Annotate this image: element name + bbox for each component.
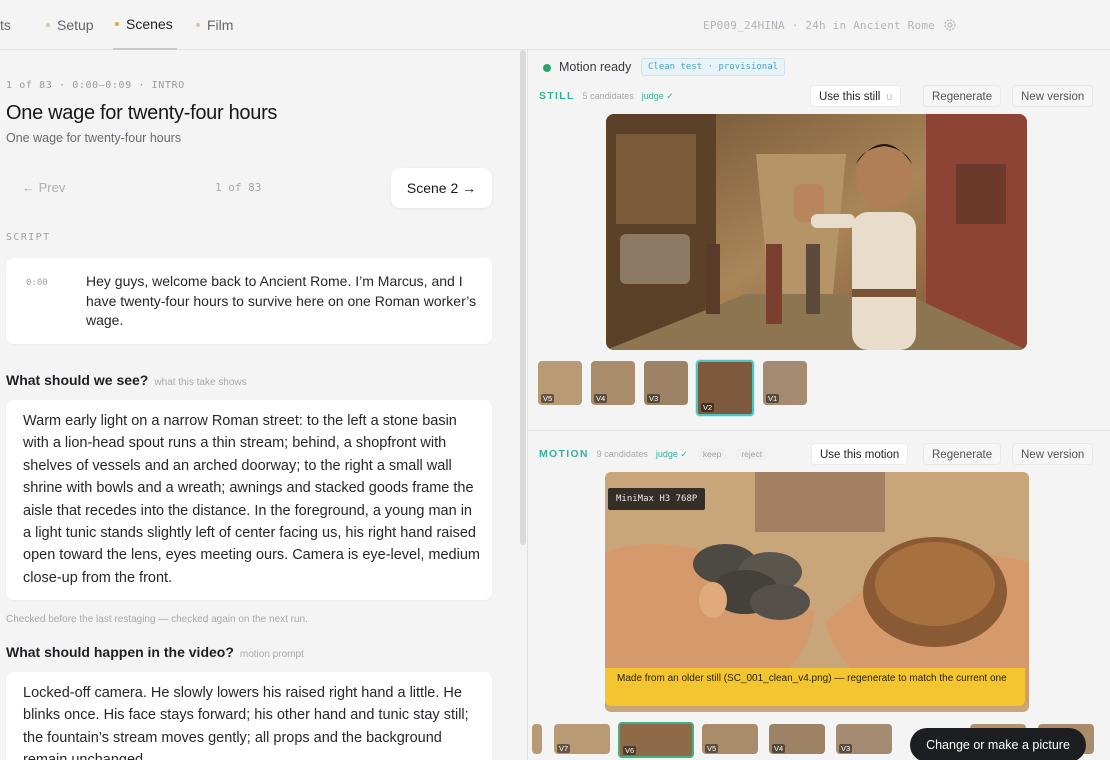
- motion-thumb-v7[interactable]: V7: [554, 724, 610, 754]
- motion-prompt-text[interactable]: Locked-off camera. He slowly lowers his …: [23, 682, 483, 760]
- dot-icon: [196, 23, 200, 27]
- thumb-label: V3: [839, 744, 853, 753]
- script-card[interactable]: 0:00 Hey guys, welcome back to Ancient R…: [6, 258, 492, 344]
- motion-thumb-v8[interactable]: [532, 724, 542, 754]
- tab-label: Scenes: [126, 16, 173, 32]
- motion-judge: judge ✓: [655, 448, 688, 459]
- motion-header: MOTION 9 candidates judge ✓ keep reject: [539, 448, 768, 460]
- new-motion-version-button[interactable]: New version: [1012, 443, 1094, 465]
- still-thumb-v3[interactable]: V3: [644, 361, 688, 405]
- new-still-version-button[interactable]: New version: [1012, 85, 1094, 107]
- tab-assets[interactable]: ts: [0, 0, 11, 50]
- page-title: One wage for twenty-four hours: [6, 102, 278, 124]
- thumb-label: V3: [647, 394, 661, 403]
- gear-icon[interactable]: [942, 17, 958, 33]
- motion-count: 9 candidates: [596, 449, 648, 459]
- regenerate-still-button[interactable]: Regenerate: [923, 85, 1002, 107]
- motion-ready-status: Motion ready: [559, 60, 632, 74]
- still-thumb-v2[interactable]: V2: [696, 360, 754, 416]
- happen-heading: What should happen in the video? motion p…: [6, 644, 304, 660]
- dot-icon: [115, 22, 119, 26]
- still-label: STILL: [539, 90, 575, 102]
- top-bar: ts Setup Scenes Film EP009_24HINA · 24h …: [0, 0, 1110, 50]
- scene-editor: 1 of 83 · 0:00–0:09 · INTRO One wage for…: [0, 50, 522, 760]
- still-count: 5 candidates: [582, 91, 634, 101]
- status-dot: [543, 64, 551, 72]
- reject-chip[interactable]: reject: [736, 448, 768, 460]
- see-heading: What should we see? what this take shows: [6, 372, 247, 388]
- thumb-label: V4: [772, 744, 786, 753]
- tab-scenes[interactable]: Scenes: [113, 0, 177, 50]
- script-text[interactable]: Hey guys, welcome back to Ancient Rome. …: [86, 272, 480, 331]
- checked-note: Checked before the last restaging — chec…: [6, 614, 308, 625]
- still-judge: judge ✓: [641, 90, 674, 101]
- tab-film[interactable]: Film: [196, 0, 233, 50]
- still-thumb-v5[interactable]: V5: [538, 361, 582, 405]
- page-subtitle: One wage for twenty-four hours: [6, 131, 182, 145]
- tab-label: Setup: [57, 17, 94, 33]
- motion-thumb-v4[interactable]: V4: [769, 724, 825, 754]
- happen-hint: motion prompt: [239, 649, 304, 660]
- next-scene-button[interactable]: Scene 2 →: [391, 168, 492, 208]
- keep-chip[interactable]: keep: [697, 448, 727, 460]
- roman-street-picture: [606, 114, 1027, 350]
- thumb-label: V6: [623, 746, 637, 755]
- thumb-label: V7: [557, 744, 571, 753]
- media-panel: Motion ready Clean test · provisional ST…: [528, 50, 1110, 760]
- status-badge: Clean test · provisional: [641, 58, 786, 76]
- see-heading-text: What should we see?: [6, 372, 149, 388]
- use-motion-button[interactable]: Use this motion: [811, 443, 909, 465]
- tab-label: ts: [0, 17, 11, 33]
- tab-setup[interactable]: Setup: [46, 0, 94, 50]
- still-thumb-v1[interactable]: V1: [763, 361, 807, 405]
- happen-heading-text: What should happen in the video?: [6, 644, 234, 660]
- model-tag: MiniMax H3 768P: [608, 488, 706, 510]
- thumb-label: V2: [701, 403, 715, 412]
- thumb-label: V4: [594, 394, 608, 403]
- prev-scene-button[interactable]: ← Prev: [22, 180, 65, 195]
- change-picture-button[interactable]: Change or make a picture: [910, 728, 1086, 760]
- see-card[interactable]: Warm early light on a narrow Roman stree…: [6, 400, 492, 600]
- script-timestamp: 0:00: [26, 278, 48, 288]
- see-prompt-text[interactable]: Warm early light on a narrow Roman stree…: [23, 410, 483, 589]
- happen-card[interactable]: Locked-off camera. He slowly lowers his …: [6, 672, 492, 760]
- scene-meta: 1 of 83 · 0:00–0:09 · INTRO: [6, 80, 185, 91]
- motion-thumb-v5[interactable]: V5: [702, 724, 758, 754]
- thumb-label: V5: [541, 394, 555, 403]
- thumb-label: V1: [766, 394, 780, 403]
- see-hint: what this take shows: [154, 377, 247, 388]
- shortcut-key: U: [886, 93, 893, 102]
- tab-label: Film: [207, 17, 234, 33]
- motion-thumb-v6[interactable]: V6: [618, 722, 694, 758]
- still-thumb-v4[interactable]: V4: [591, 361, 635, 405]
- script-label: SCRIPT: [6, 232, 51, 243]
- scene-pager: 1 of 83: [215, 181, 262, 194]
- dot-icon: [46, 23, 50, 27]
- left-scrollbar[interactable]: [520, 50, 526, 545]
- motion-label: MOTION: [539, 448, 589, 460]
- regenerate-motion-button[interactable]: Regenerate: [923, 443, 1002, 465]
- motion-video[interactable]: MiniMax H3 768P Made from an older still…: [605, 472, 1029, 712]
- thumb-label: V5: [705, 744, 719, 753]
- still-image[interactable]: [606, 114, 1027, 350]
- project-title: EP009_24HINA · 24h in Ancient Rome: [703, 19, 935, 32]
- section-divider: [528, 430, 1110, 431]
- use-still-button[interactable]: Use this still U: [810, 85, 902, 107]
- motion-thumb-v3[interactable]: V3: [836, 724, 892, 754]
- use-still-label: Use this still: [819, 91, 881, 103]
- still-header: STILL 5 candidates judge ✓: [539, 90, 674, 102]
- stale-still-warning: Made from an older still (SC_001_clean_v…: [605, 668, 1025, 706]
